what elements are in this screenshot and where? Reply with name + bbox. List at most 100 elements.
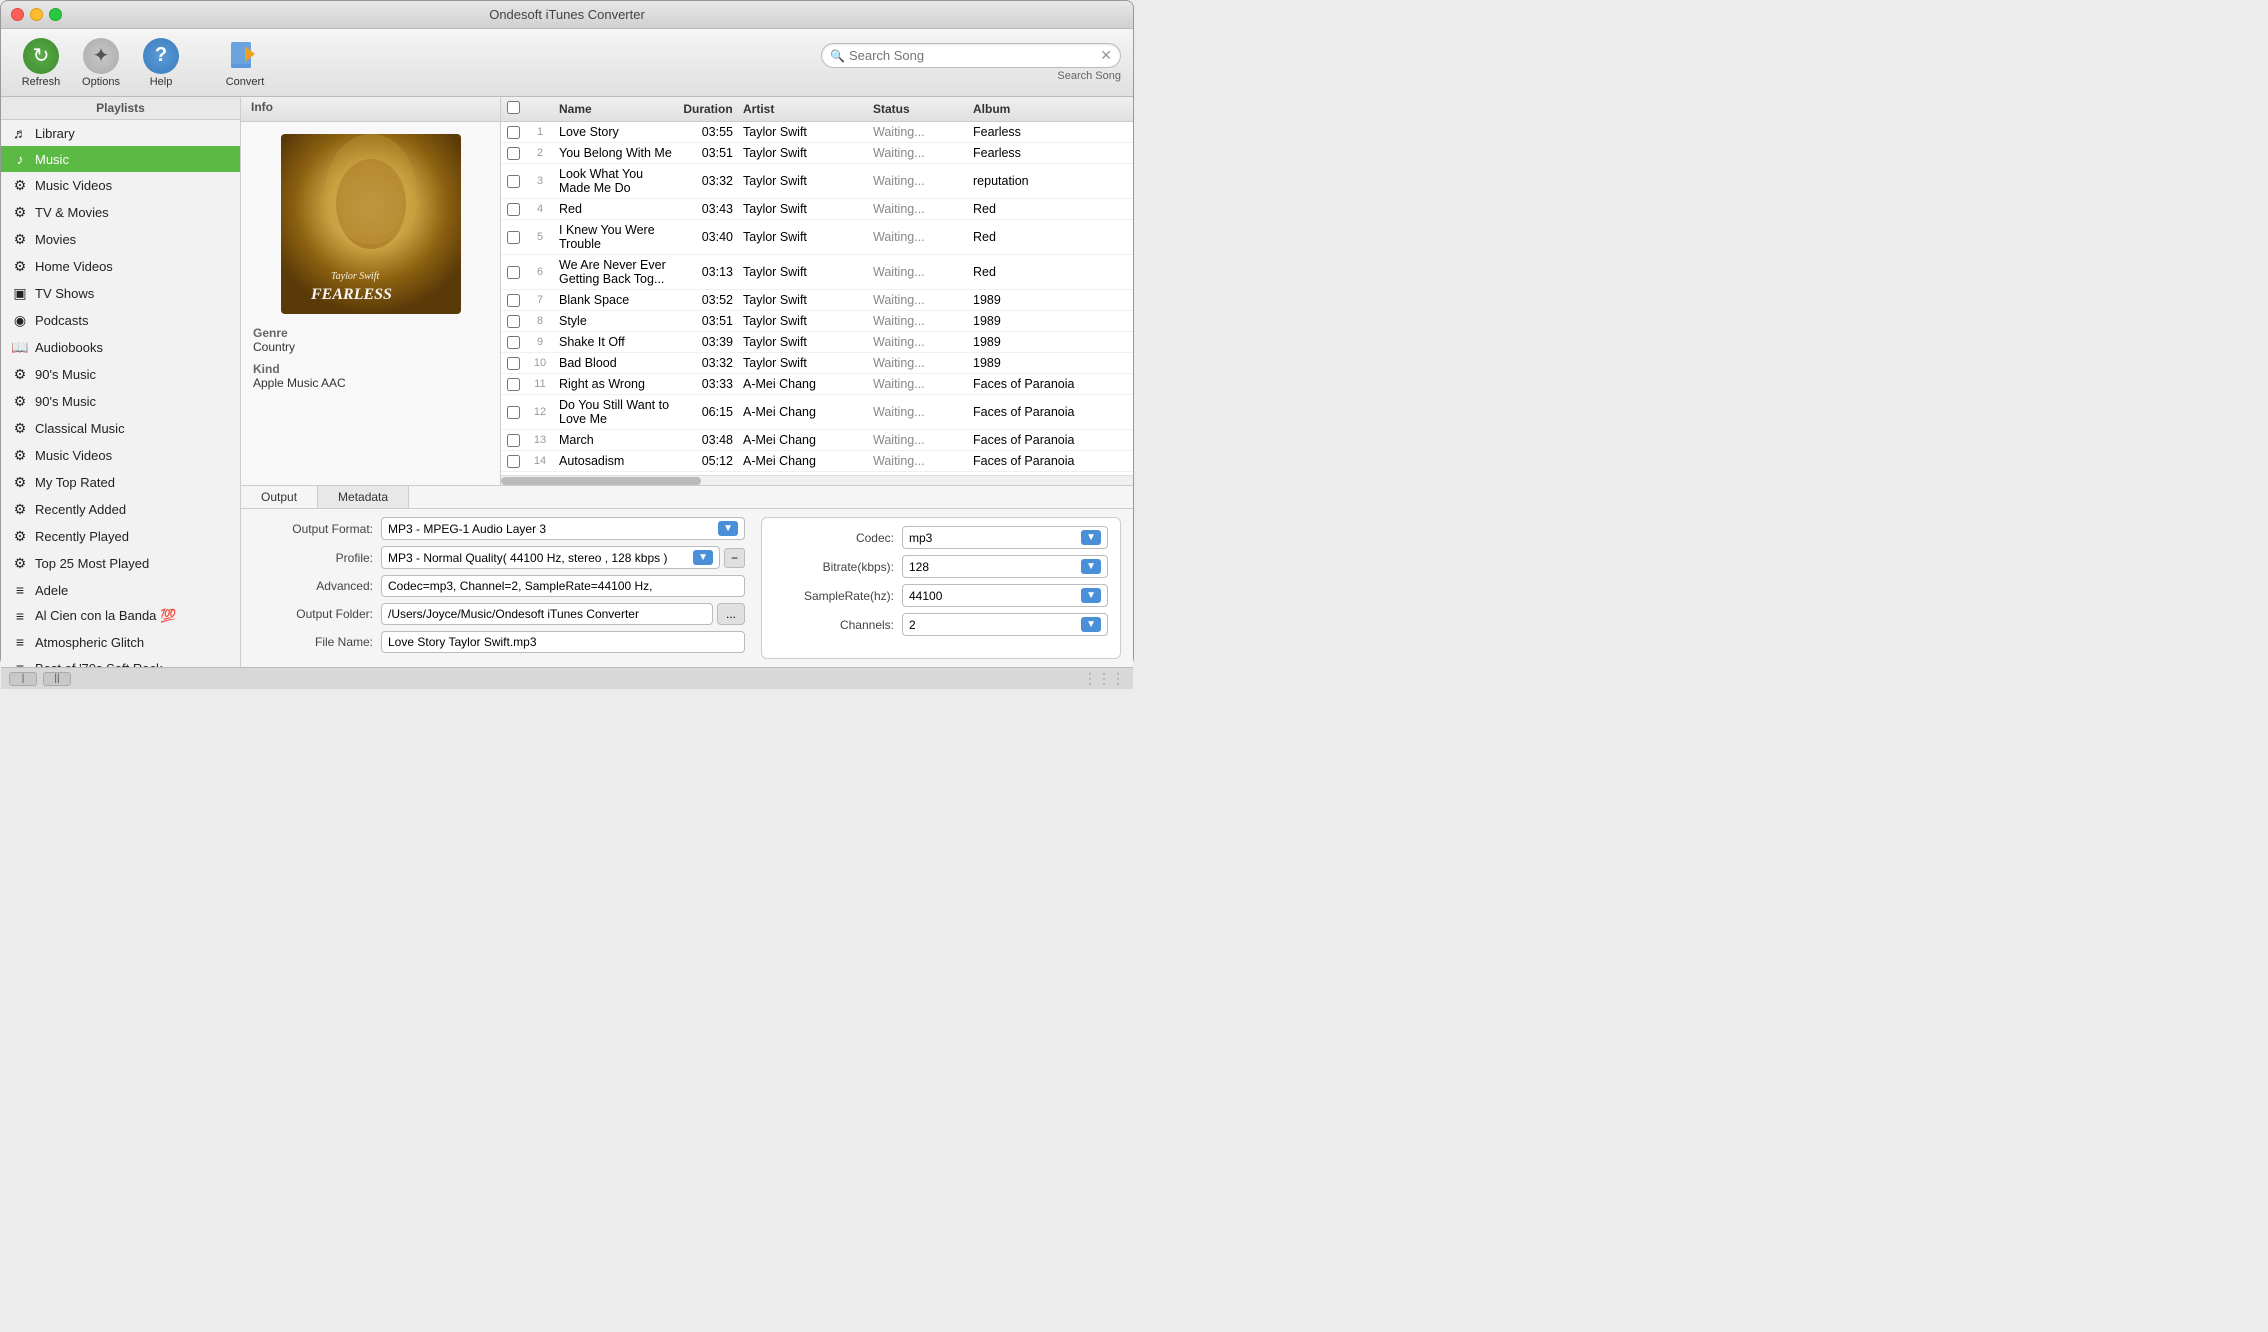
table-row[interactable]: 2 You Belong With Me 03:51 Taylor Swift … (501, 143, 1133, 164)
advanced-input[interactable]: Codec=mp3, Channel=2, SampleRate=44100 H… (381, 575, 745, 597)
sidebar-item-music[interactable]: ♪Music (1, 146, 240, 172)
table-row[interactable]: 5 I Knew You Were Trouble 03:40 Taylor S… (501, 220, 1133, 255)
table-row[interactable]: 11 Right as Wrong 03:33 A-Mei Chang Wait… (501, 374, 1133, 395)
sidebar-label-music-videos2: Music Videos (35, 448, 112, 463)
sidebar-item-my-top-rated[interactable]: ⚙My Top Rated (1, 469, 240, 496)
scrollbar-thumb[interactable] (501, 477, 701, 485)
bitrate-arrow-icon: ▼ (1081, 559, 1101, 574)
sidebar-item-best-70s[interactable]: ≡Best of '70s Soft Rock (1, 655, 240, 667)
row-number-2: 3 (525, 175, 555, 187)
row-album-10: Faces of Paranoia (973, 377, 1133, 391)
sidebar-item-atmospheric-glitch[interactable]: ≡Atmospheric Glitch (1, 629, 240, 655)
sidebar-item-90s-music[interactable]: ⚙90's Music (1, 361, 240, 388)
table-row[interactable]: 8 Style 03:51 Taylor Swift Waiting... 19… (501, 311, 1133, 332)
format-select[interactable]: MP3 - MPEG-1 Audio Layer 3 ▼ (381, 517, 745, 540)
codec-select[interactable]: mp3 ▼ (902, 526, 1108, 549)
folder-input[interactable]: /Users/Joyce/Music/Ondesoft iTunes Conve… (381, 603, 713, 625)
row-name-3: Red (555, 202, 673, 216)
close-button[interactable] (11, 8, 24, 21)
format-arrow-icon: ▼ (718, 521, 738, 536)
table-row[interactable]: 7 Blank Space 03:52 Taylor Swift Waiting… (501, 290, 1133, 311)
table-row[interactable]: 12 Do You Still Want to Love Me 06:15 A-… (501, 395, 1133, 430)
sidebar-item-library[interactable]: ♬Library (1, 120, 240, 146)
tab-output[interactable]: Output (241, 486, 318, 508)
row-checkbox-11[interactable] (501, 406, 525, 419)
channels-select[interactable]: 2 ▼ (902, 613, 1108, 636)
table-row[interactable]: 9 Shake It Off 03:39 Taylor Swift Waitin… (501, 332, 1133, 353)
table-row[interactable]: 1 Love Story 03:55 Taylor Swift Waiting.… (501, 122, 1133, 143)
sidebar-item-recently-added[interactable]: ⚙Recently Added (1, 496, 240, 523)
sidebar-item-adele[interactable]: ≡Adele (1, 577, 240, 603)
samplerate-value: 44100 (909, 589, 942, 603)
row-checkbox-13[interactable] (501, 455, 525, 468)
th-checkbox[interactable] (501, 101, 525, 117)
wc-btn1-label: | (22, 673, 25, 684)
row-checkbox-1[interactable] (501, 147, 525, 160)
row-checkbox-4[interactable] (501, 231, 525, 244)
table-row[interactable]: 4 Red 03:43 Taylor Swift Waiting... Red (501, 199, 1133, 220)
sidebar-icon-recently-played: ⚙ (11, 528, 29, 545)
sidebar-item-audiobooks[interactable]: 📖Audiobooks (1, 334, 240, 361)
profile-value-box: MP3 - Normal Quality( 44100 Hz, stereo ,… (381, 546, 745, 569)
row-checkbox-7[interactable] (501, 315, 525, 328)
sidebar-item-home-videos[interactable]: ⚙Home Videos (1, 253, 240, 280)
output-settings: Output Format: MP3 - MPEG-1 Audio Layer … (253, 517, 745, 659)
table-row[interactable]: 14 Autosadism 05:12 A-Mei Chang Waiting.… (501, 451, 1133, 472)
row-name-10: Right as Wrong (555, 377, 673, 391)
profile-select[interactable]: MP3 - Normal Quality( 44100 Hz, stereo ,… (381, 546, 720, 569)
minimize-button[interactable] (30, 8, 43, 21)
bitrate-select[interactable]: 128 ▼ (902, 555, 1108, 578)
profile-minus-btn[interactable]: − (724, 548, 745, 568)
sidebar-item-recently-played[interactable]: ⚙Recently Played (1, 523, 240, 550)
table-row[interactable]: 3 Look What You Made Me Do 03:32 Taylor … (501, 164, 1133, 199)
sidebar-item-90s-music2[interactable]: ⚙90's Music (1, 388, 240, 415)
search-box[interactable]: 🔍 ✕ (821, 43, 1121, 68)
table-row[interactable]: 13 March 03:48 A-Mei Chang Waiting... Fa… (501, 430, 1133, 451)
row-album-13: Faces of Paranoia (973, 454, 1133, 468)
sidebar-icon-atmospheric-glitch: ≡ (11, 634, 29, 650)
filename-input[interactable]: Love Story Taylor Swift.mp3 (381, 631, 745, 653)
resize-handle-icon[interactable]: ⋮⋮⋮ (1083, 670, 1125, 687)
sidebar-icon-music-videos2: ⚙ (11, 447, 29, 464)
search-clear-icon[interactable]: ✕ (1100, 47, 1112, 64)
sidebar-item-top-25-most-played[interactable]: ⚙Top 25 Most Played (1, 550, 240, 577)
sidebar-item-podcasts[interactable]: ◉Podcasts (1, 307, 240, 334)
row-checkbox-5[interactable] (501, 266, 525, 279)
sidebar-item-tv-shows[interactable]: ▣TV Shows (1, 280, 240, 307)
sidebar-item-music-videos2[interactable]: ⚙ Music Videos (1, 442, 240, 469)
row-album-11: Faces of Paranoia (973, 405, 1133, 419)
window-control-btn2[interactable]: || (43, 672, 71, 686)
browse-button[interactable]: ... (717, 603, 745, 625)
row-checkbox-3[interactable] (501, 203, 525, 216)
samplerate-select[interactable]: 44100 ▼ (902, 584, 1108, 607)
row-checkbox-2[interactable] (501, 175, 525, 188)
sidebar-item-classical-music[interactable]: ⚙Classical Music (1, 415, 240, 442)
table-row[interactable]: 10 Bad Blood 03:32 Taylor Swift Waiting.… (501, 353, 1133, 374)
refresh-button[interactable]: ↻ Refresh (13, 34, 69, 92)
maximize-button[interactable] (49, 8, 62, 21)
help-button[interactable]: ? Help (133, 34, 189, 92)
codec-arrow-icon: ▼ (1081, 530, 1101, 545)
horizontal-scrollbar[interactable] (501, 475, 1133, 485)
bottom-content: Output Format: MP3 - MPEG-1 Audio Layer … (241, 509, 1133, 667)
row-status-6: Waiting... (873, 293, 973, 307)
row-checkbox-0[interactable] (501, 126, 525, 139)
sidebar-item-music-videos[interactable]: ⚙Music Videos (1, 172, 240, 199)
row-checkbox-8[interactable] (501, 336, 525, 349)
window-control-btn1[interactable]: | (9, 672, 37, 686)
row-checkbox-9[interactable] (501, 357, 525, 370)
select-all-checkbox[interactable] (507, 101, 520, 114)
options-button[interactable]: ✦ Options (73, 34, 129, 92)
convert-button[interactable]: Convert (217, 34, 273, 92)
row-name-9: Bad Blood (555, 356, 673, 370)
sidebar-item-movies[interactable]: ⚙Movies (1, 226, 240, 253)
row-checkbox-12[interactable] (501, 434, 525, 447)
row-checkbox-10[interactable] (501, 378, 525, 391)
sidebar-item-tv-movies[interactable]: ⚙TV & Movies (1, 199, 240, 226)
sidebar-item-al-cien[interactable]: ≡Al Cien con la Banda 💯 (1, 603, 240, 629)
search-input[interactable] (849, 48, 1100, 63)
row-checkbox-6[interactable] (501, 294, 525, 307)
format-value: MP3 - MPEG-1 Audio Layer 3 (388, 522, 546, 536)
table-row[interactable]: 6 We Are Never Ever Getting Back Tog... … (501, 255, 1133, 290)
tab-metadata[interactable]: Metadata (318, 486, 409, 508)
